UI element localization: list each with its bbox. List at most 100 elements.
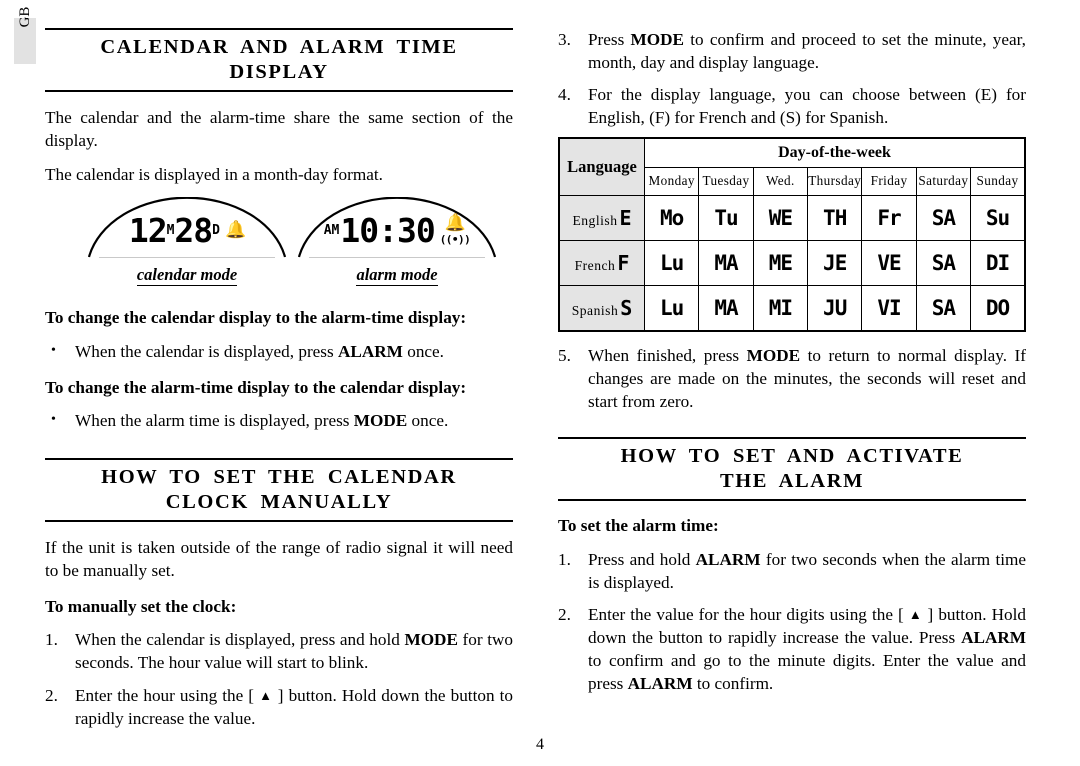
lcd-day-abbrev: Fr	[861, 195, 917, 242]
lcd-day-abbrev: SA	[915, 285, 972, 333]
day-name-header: Thursday	[807, 166, 863, 197]
emphasized-text: ALARM	[695, 549, 761, 569]
alarm-mode-display: AM 10:30 🔔 ((•)) alarm mode	[297, 197, 497, 293]
numbered-list-manual-clock: 1. When the calendar is displayed, press…	[45, 628, 513, 729]
step-number: 4.	[558, 85, 571, 105]
section-heading-line: CLOCK MANUALLY	[165, 490, 393, 513]
language-code-glyph: S	[620, 296, 633, 321]
emphasized-text: ALARM	[961, 627, 1026, 647]
section-heading-line: HOW TO SET AND ACTIVATE	[620, 445, 964, 468]
step-number: 3.	[558, 30, 571, 49]
lcd-day-abbrev: SA	[915, 240, 972, 287]
calendar-month-unit: M	[166, 222, 175, 238]
language-label: Spanish	[571, 303, 619, 319]
list-item-text: When the alarm time is displayed, press …	[75, 411, 448, 430]
list-item: 1. When the calendar is displayed, press…	[45, 628, 513, 674]
radio-wave-icon: ((•))	[439, 233, 471, 247]
list-item-text: Enter the hour using the [ ▲ ] button. H…	[75, 686, 513, 728]
list-item: • When the calendar is displayed, press …	[45, 340, 513, 363]
calendar-mode-caption: calendar mode	[136, 265, 238, 287]
text-run: once.	[407, 410, 449, 430]
section-heading-calendar-alarm-display: CALENDAR AND ALARM TIME DISPLAY	[45, 28, 513, 92]
calendar-day-unit: D	[212, 222, 220, 238]
text-run: Enter the value for the hour digits usin…	[588, 604, 909, 624]
language-code-glyph: E	[619, 206, 632, 231]
list-item-text: When finished, press MODE to return to n…	[588, 346, 1026, 411]
list-item: 4. For the display language, you can cho…	[558, 83, 1026, 129]
lcd-day-abbrev: DI	[970, 240, 1027, 287]
right-column: 3. Press MODE to confirm and proceed to …	[558, 28, 1027, 703]
day-name-header: Saturday	[915, 166, 972, 197]
day-name-header: Sunday	[970, 166, 1027, 197]
table-body: Language Day-of-the-week Monday Tuesday …	[558, 137, 1027, 333]
bell-icon: 🔔	[224, 219, 246, 240]
section-heading-set-calendar-clock: HOW TO SET THE CALENDAR CLOCK MANUALLY	[45, 457, 513, 522]
language-cell-spanish: Spanish S	[558, 285, 645, 333]
intro-paragraph-2: The calendar is displayed in a month-day…	[45, 165, 383, 185]
language-cell-english: English E	[558, 195, 645, 242]
lcd-illustrations: 12 M 28 D 🔔 calendar mode AM 10:30 🔔 ((•))	[45, 197, 513, 293]
day-name-header: Monday	[643, 166, 700, 197]
day-name-header: Wed.	[752, 166, 809, 197]
list-item: 5. When finished, press MODE to return t…	[558, 344, 1026, 413]
bullet-marker: •	[51, 411, 56, 427]
section-heading-set-activate-alarm: HOW TO SET AND ACTIVATE THE ALARM	[558, 437, 1026, 502]
calendar-day-value: 28	[174, 210, 213, 250]
day-name-header: Tuesday	[698, 166, 754, 197]
bullet-list-alarm-to-calendar: • When the alarm time is displayed, pres…	[45, 409, 513, 432]
lcd-baseline	[309, 257, 485, 259]
numbered-list-set-alarm: 1. Press and hold ALARM for two seconds …	[558, 548, 1026, 695]
emphasized-text: MODE	[404, 630, 458, 650]
calendar-digits: 12 M 28 D 🔔	[87, 203, 287, 257]
list-item-text: Enter the value for the hour digits usin…	[588, 605, 1026, 693]
numbered-list-top: 3. Press MODE to confirm and proceed to …	[558, 28, 1026, 129]
list-item-text: When the calendar is displayed, press an…	[75, 630, 513, 672]
language-column-header: Language	[558, 137, 645, 197]
alarm-mode-caption: alarm mode	[356, 265, 438, 287]
lcd-day-abbrev: Tu	[698, 195, 754, 242]
emphasized-text: ALARM	[337, 341, 403, 361]
alarm-time-value: 10:30	[340, 210, 435, 250]
section-heading-line: HOW TO SET THE CALENDAR	[101, 465, 457, 488]
table-row: Language Day-of-the-week	[558, 137, 1026, 197]
lcd-day-abbrev: Lu	[643, 240, 700, 287]
subheading-manually-set-clock: To manually set the clock:	[45, 597, 237, 617]
numbered-list-bottom: 5. When finished, press MODE to return t…	[558, 344, 1026, 413]
text-run: Press and hold	[588, 549, 696, 569]
section-heading-line: THE ALARM	[719, 470, 865, 493]
emphasized-text: MODE	[746, 346, 801, 366]
list-item: 2. Enter the value for the hour digits u…	[558, 603, 1026, 695]
list-item: 2. Enter the hour using the [ ▲ ] button…	[45, 684, 513, 730]
list-item: • When the alarm time is displayed, pres…	[45, 409, 513, 432]
subheading-set-alarm-time: To set the alarm time:	[558, 516, 719, 536]
bullet-list-calendar-to-alarm: • When the calendar is displayed, press …	[45, 340, 513, 363]
language-day-table: Language Day-of-the-week Monday Tuesday …	[558, 137, 1027, 333]
lcd-baseline	[99, 257, 275, 259]
page-number: 4	[536, 736, 544, 753]
text-run: When the calendar is displayed, press an…	[75, 630, 405, 650]
emphasized-text: ALARM	[627, 673, 693, 693]
lcd-day-abbrev: DO	[970, 285, 1027, 333]
text-run: When finished, press	[588, 346, 747, 366]
section-heading-line: CALENDAR AND ALARM TIME DISPLAY	[100, 36, 458, 83]
list-item: 1. Press and hold ALARM for two seconds …	[558, 548, 1026, 594]
emphasized-text: MODE	[353, 410, 408, 430]
lcd-day-abbrev: JE	[807, 240, 863, 287]
lcd-day-abbrev: VI	[861, 285, 917, 333]
lcd-day-abbrev: MA	[698, 240, 754, 287]
calendar-icon-group: 🔔	[224, 219, 246, 240]
text-run: When the calendar is displayed, press	[75, 341, 338, 361]
calendar-mode-display: 12 M 28 D 🔔 calendar mode	[87, 197, 287, 293]
text-run: to confirm.	[692, 673, 774, 693]
alarm-digits: AM 10:30 🔔 ((•))	[297, 203, 497, 257]
list-item-text: Press MODE to confirm and proceed to set…	[588, 30, 1026, 72]
table-row: English E Mo Tu WE TH Fr SA Su	[558, 195, 1027, 242]
left-column: CALENDAR AND ALARM TIME DISPLAY The cale…	[45, 28, 513, 738]
calendar-month-value: 12	[128, 210, 168, 250]
intro-paragraph-1: The calendar and the alarm-time share th…	[45, 108, 513, 151]
table-row: French F Lu MA ME JE VE SA DI	[558, 240, 1027, 287]
bullet-marker: •	[51, 342, 56, 358]
lcd-day-abbrev: MA	[698, 285, 754, 333]
step-number: 1.	[45, 630, 58, 650]
text-run: Press	[588, 30, 631, 49]
